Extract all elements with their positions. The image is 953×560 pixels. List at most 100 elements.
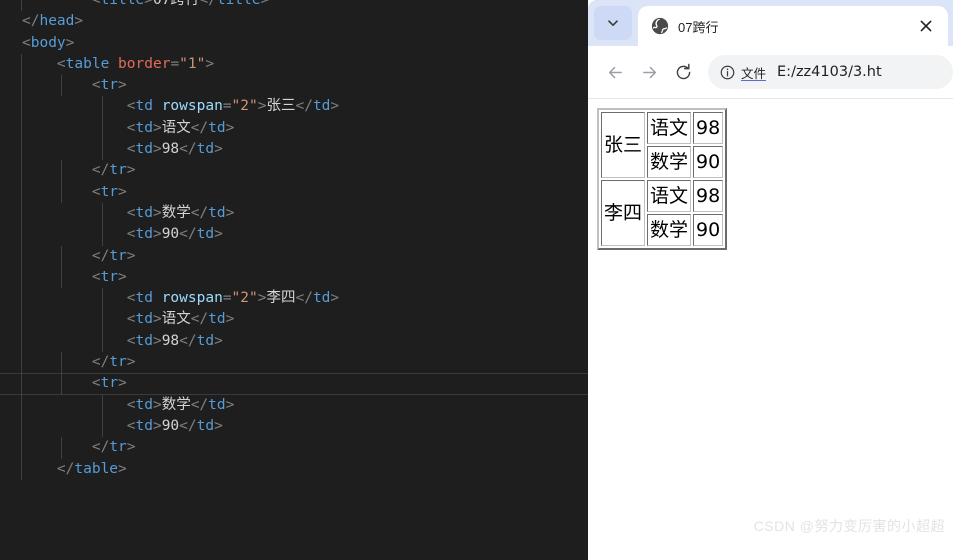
code-token-punct: >	[126, 439, 136, 456]
code-token-tag: tr	[100, 77, 119, 94]
code-token-txt: 语文	[161, 119, 191, 136]
code-token-tag: td	[135, 290, 153, 307]
code-line[interactable]: <title>07跨行</title>	[0, 0, 588, 12]
table-cell-score: 90	[693, 214, 724, 246]
code-token-punct: </	[91, 439, 110, 456]
code-line[interactable]: <td>语文</td>	[0, 309, 588, 332]
code-line[interactable]: <td>98</td>	[0, 330, 588, 353]
code-line[interactable]: <body>	[0, 33, 588, 54]
code-token-tag: tr	[100, 268, 119, 285]
code-token-tag: td	[208, 396, 226, 413]
code-token-tag: tr	[109, 247, 127, 264]
globe-icon	[651, 17, 669, 35]
code-token-txt: 07跨行	[152, 0, 200, 8]
code-token-tag: td	[135, 396, 153, 413]
code-line[interactable]: <td>数学</td>	[0, 394, 588, 417]
code-token-punct: </	[179, 332, 197, 349]
forward-arrow-icon[interactable]	[632, 55, 666, 89]
code-token-attr: rowspan	[161, 290, 223, 307]
code-token-punct: </	[91, 247, 110, 264]
table-cell-name: 李四	[601, 180, 646, 246]
code-token-punct: <	[126, 396, 136, 413]
code-line[interactable]: </tr>	[0, 437, 588, 459]
code-line[interactable]: </head>	[0, 11, 588, 32]
code-token-txt: 90	[161, 226, 180, 243]
code-token-punct: </	[190, 311, 209, 328]
table-row: 李四 语文 98	[601, 180, 724, 246]
code-line[interactable]: <td>90</td>	[0, 224, 588, 246]
code-line[interactable]: <td rowspan="2">李四</td>	[0, 288, 588, 310]
code-token-punct: >	[214, 417, 223, 434]
back-arrow-icon[interactable]	[598, 55, 632, 89]
code-line[interactable]: <table border="1">	[0, 53, 588, 76]
code-token-txt: 90	[161, 417, 180, 434]
code-line[interactable]: <td>98</td>	[0, 139, 588, 161]
tab-list-chevron-icon[interactable]	[594, 6, 632, 40]
code-line[interactable]: <tr>	[0, 75, 588, 97]
code-token-punct: >	[118, 460, 127, 477]
code-token-punct: >	[330, 290, 340, 307]
code-token-punct: <	[91, 375, 101, 392]
table-cell-subject: 语文	[647, 112, 692, 144]
browser-tab-strip: 07跨行	[588, 0, 953, 46]
reload-icon[interactable]	[666, 55, 700, 89]
browser-bottom-edge	[588, 555, 953, 560]
code-content[interactable]: <title>07跨行</title> </head> <body> <table …	[0, 0, 588, 481]
csdn-watermark: CSDN @努力变厉害的小超超	[753, 518, 945, 534]
code-editor-pane[interactable]: <title>07跨行</title> </head> <body> <table …	[0, 0, 588, 560]
code-token-punct: </	[190, 119, 209, 136]
code-token-punct: </	[179, 141, 197, 158]
code-token-punct: <	[126, 311, 136, 328]
code-line[interactable]: </tr>	[0, 160, 588, 182]
code-line[interactable]: <tr>	[0, 373, 588, 395]
code-token-punct: </	[91, 354, 110, 371]
code-token-tag: td	[208, 119, 226, 136]
code-token-punct: >	[118, 183, 127, 200]
close-icon[interactable]	[914, 14, 938, 38]
browser-tab-active[interactable]: 07跨行	[638, 6, 948, 46]
code-token-txt: 98	[161, 332, 180, 349]
code-line[interactable]: <tr>	[0, 266, 588, 289]
code-token-attr: rowspan	[161, 98, 223, 115]
code-line[interactable]: <td>数学</td>	[0, 202, 588, 225]
code-line[interactable]: </table>	[0, 458, 588, 481]
code-token-punct: </	[199, 0, 217, 8]
code-token-tag: tr	[100, 183, 119, 200]
code-token-punct: </	[190, 204, 209, 221]
address-bar-url[interactable]: E:/zz4103/3.ht	[777, 64, 882, 80]
code-line[interactable]: <td rowspan="2">张三</td>	[0, 96, 588, 119]
table-cell-subject: 数学	[647, 146, 692, 178]
code-line[interactable]: </tr>	[0, 352, 588, 374]
code-line[interactable]: <td>90</td>	[0, 415, 588, 438]
code-token-tag: tr	[100, 375, 119, 392]
code-token-punct: =	[170, 55, 180, 72]
code-line[interactable]: <td>语文</td>	[0, 117, 588, 140]
table-cell-score: 90	[693, 146, 724, 178]
info-circle-icon[interactable]	[719, 64, 736, 81]
code-line[interactable]: </tr>	[0, 245, 588, 268]
address-bar[interactable]: 文件 E:/zz4103/3.ht	[708, 55, 953, 89]
code-token-attr-r: border	[118, 55, 171, 72]
code-token-txt: 语文	[161, 311, 191, 328]
code-token-punct: >	[152, 332, 162, 349]
code-token-punct: <	[126, 119, 136, 136]
code-token-punct: >	[214, 226, 223, 243]
table-cell-score: 98	[693, 180, 724, 212]
code-token-punct: =	[222, 290, 232, 307]
code-token-punct: >	[214, 141, 223, 158]
code-token-txt: 数学	[161, 396, 191, 413]
code-token-punct: >	[126, 247, 136, 264]
code-token-punct: <	[91, 268, 101, 285]
code-token-punct: =	[222, 98, 232, 115]
code-token-txt: 张三	[266, 98, 296, 115]
code-line[interactable]: <tr>	[0, 181, 588, 204]
code-token-punct: </	[56, 460, 75, 477]
browser-window: 07跨行 文件 E:/zz4103/3.ht 张三 语文 98 数学 90 李四…	[588, 0, 953, 560]
